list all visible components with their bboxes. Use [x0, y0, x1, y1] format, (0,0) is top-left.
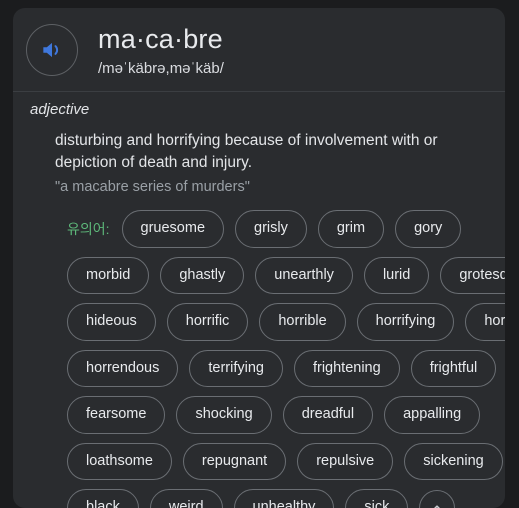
- chevron-up-icon: [428, 499, 446, 508]
- synonym-chip[interactable]: unhealthy: [233, 489, 335, 508]
- synonym-chip[interactable]: grisly: [235, 210, 307, 248]
- synonym-chip[interactable]: shocking: [176, 396, 272, 434]
- page-title: ma·ca·bre: [98, 24, 223, 54]
- synonym-chip[interactable]: gruesome: [121, 210, 225, 248]
- synonym-chip[interactable]: sick: [345, 489, 409, 508]
- synonym-row: horrendous terrifying frightening frightful: [27, 349, 497, 387]
- synonyms-section: 유의어: gruesome grisly grim gory morbid ghastly u…: [13, 198, 505, 508]
- synonym-chip[interactable]: frightening: [293, 349, 400, 387]
- synonym-chip[interactable]: grotesque: [440, 256, 505, 294]
- phonetic-transcription: /məˈkäbrə,məˈkäb/: [98, 60, 224, 77]
- sense-block: disturbing and horrifying because of inv…: [13, 118, 505, 198]
- dictionary-card: ma·ca·bre /məˈkäbrə,məˈkäb/ adjective di…: [13, 8, 505, 508]
- synonym-chip[interactable]: dreadful: [282, 396, 374, 434]
- speaker-icon: [39, 37, 65, 63]
- synonym-chip[interactable]: black: [67, 489, 139, 508]
- synonym-chip[interactable]: unearthly: [255, 256, 353, 294]
- synonym-row: hideous horrific horrible horrifying horrid: [27, 303, 505, 341]
- synonym-chip[interactable]: horrific: [166, 303, 249, 341]
- synonym-row: black weird unhealthy sick: [27, 489, 491, 508]
- synonym-chip[interactable]: ghastly: [160, 256, 245, 294]
- synonym-row-list: 유의어: gruesome grisly grim gory morbid ghastly u…: [27, 210, 505, 508]
- synonym-chip[interactable]: grim: [317, 210, 385, 248]
- synonym-chip[interactable]: hideous: [67, 303, 156, 341]
- synonym-chip[interactable]: repugnant: [182, 442, 287, 480]
- headword-block: ma·ca·bre /məˈkäbrə,məˈkäb/: [98, 22, 224, 79]
- synonym-chip[interactable]: frightful: [410, 349, 497, 387]
- synonym-chip[interactable]: gory: [395, 210, 462, 248]
- synonym-chip[interactable]: fearsome: [67, 396, 166, 434]
- synonym-row: morbid ghastly unearthly lurid grotesque: [27, 256, 505, 294]
- example-sentence: "a macabre series of murders": [55, 179, 250, 195]
- collapse-synonyms-button[interactable]: [419, 489, 456, 508]
- synonym-chip[interactable]: sickening: [404, 442, 503, 480]
- part-of-speech: adjective: [30, 101, 90, 118]
- synonym-chip[interactable]: terrifying: [189, 349, 283, 387]
- synonym-chip[interactable]: loathsome: [67, 442, 172, 480]
- synonym-row: 유의어: gruesome grisly grim gory: [27, 210, 491, 248]
- synonym-row: fearsome shocking dreadful appalling: [27, 396, 491, 434]
- synonym-chip[interactable]: appalling: [384, 396, 481, 434]
- synonym-chip[interactable]: lurid: [363, 256, 430, 294]
- dictionary-header: ma·ca·bre /məˈkäbrə,məˈkäb/: [13, 8, 505, 84]
- synonym-chip[interactable]: horrid: [465, 303, 505, 341]
- synonym-chip[interactable]: horrible: [259, 303, 346, 341]
- synonym-chip[interactable]: weird: [149, 489, 223, 508]
- synonym-chip[interactable]: repulsive: [297, 442, 394, 480]
- synonym-chip[interactable]: horrendous: [67, 349, 179, 387]
- synonym-row: loathsome repugnant repulsive sickening: [27, 442, 503, 480]
- synonyms-label: 유의어:: [67, 220, 110, 237]
- synonym-chip[interactable]: morbid: [67, 256, 150, 294]
- definition-text: disturbing and horrifying because of inv…: [55, 132, 438, 171]
- synonym-chip[interactable]: horrifying: [356, 303, 455, 341]
- pronounce-audio-button[interactable]: [26, 24, 78, 76]
